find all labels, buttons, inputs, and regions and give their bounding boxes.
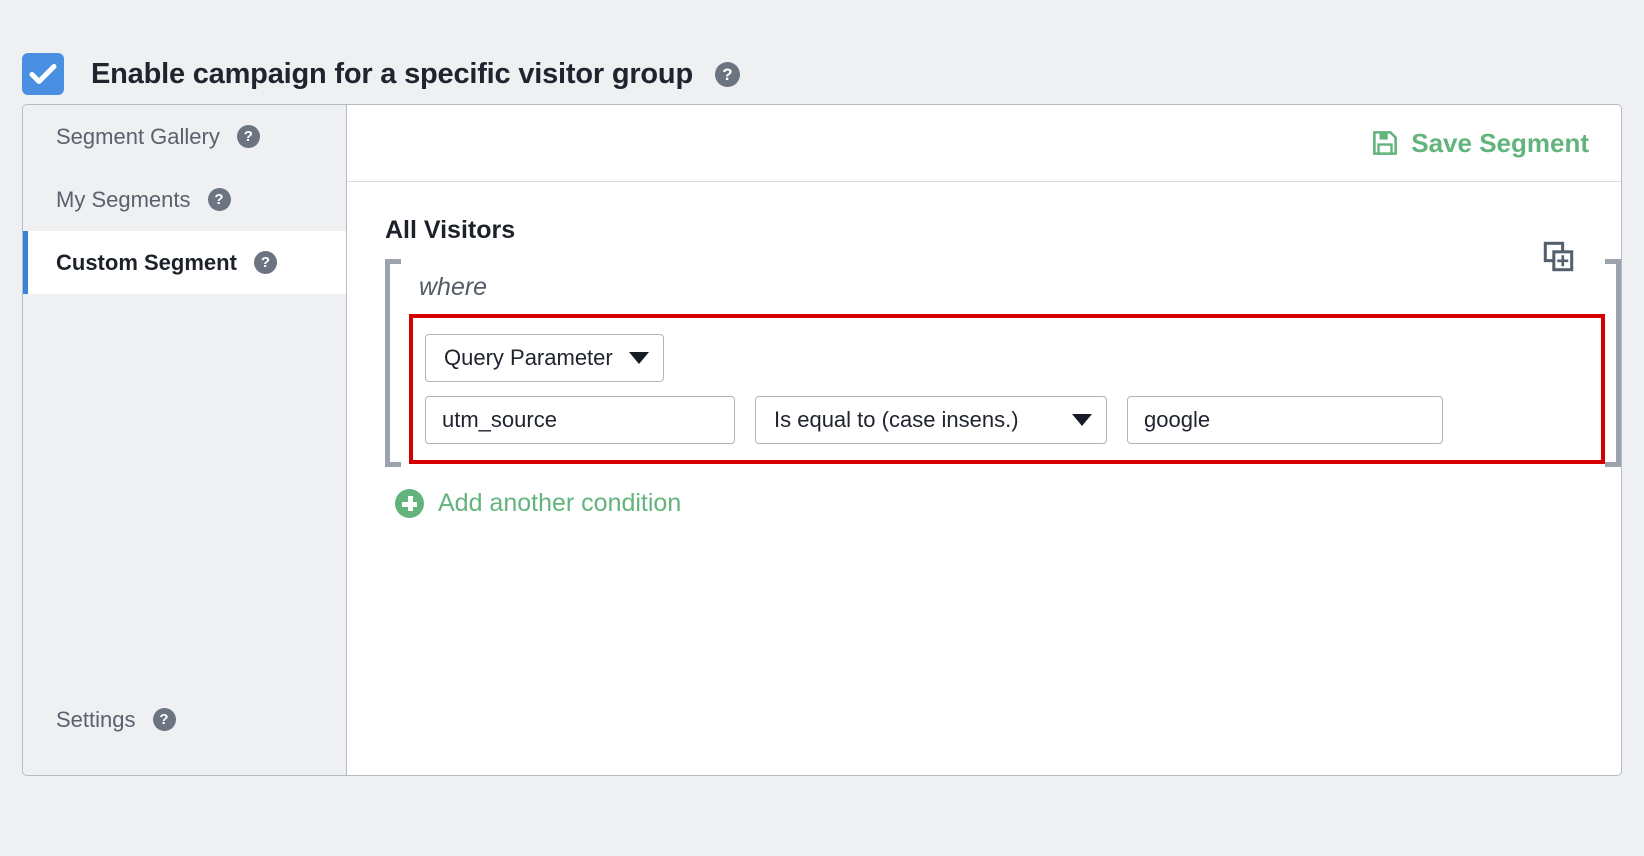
duplicate-add-icon (1543, 241, 1574, 272)
sidebar-item-custom-segment[interactable]: Custom Segment ? (23, 231, 346, 294)
enable-campaign-checkbox[interactable] (22, 53, 64, 95)
sidebar-item-my-segments[interactable]: My Segments ? (23, 168, 346, 231)
condition-group-inner: where Query Parameter Is equal to (ca (401, 259, 1605, 464)
save-segment-label: Save Segment (1411, 127, 1589, 158)
help-icon[interactable]: ? (207, 188, 231, 211)
segment-builder: All Visitors where Query Parameter utm_s… (347, 182, 1621, 775)
group-bracket-right (1605, 259, 1621, 467)
help-icon[interactable]: ? (253, 251, 277, 274)
add-another-condition-button[interactable]: Add another condition (395, 489, 681, 518)
attribute-type-select[interactable]: Query Parameter (425, 334, 664, 382)
condition-row-attribute: Query Parameter (425, 334, 1587, 382)
condition-highlight-box: Query Parameter Is equal to (case insens… (409, 314, 1605, 464)
duplicate-group-button[interactable] (1542, 240, 1575, 278)
help-icon[interactable]: ? (152, 708, 176, 731)
enable-campaign-label: Enable campaign for a specific visitor g… (91, 57, 693, 90)
parameter-value-input[interactable] (1127, 396, 1443, 444)
floppy-disk-save-icon (1373, 131, 1398, 155)
operator-select[interactable]: Is equal to (case insens.) (755, 396, 1107, 444)
help-icon[interactable]: ? (236, 125, 260, 148)
where-label: where (419, 273, 488, 301)
sidebar-item-label: Settings (56, 706, 136, 732)
sidebar-item-label: Segment Gallery (56, 123, 220, 149)
chevron-down-icon (1072, 414, 1092, 426)
save-segment-button[interactable]: Save Segment (1372, 128, 1589, 159)
sidebar-item-settings[interactable]: Settings ? (23, 688, 346, 751)
group-bracket-left (385, 259, 401, 467)
segment-sidebar: Segment Gallery ? My Segments ? Custom S… (23, 105, 347, 775)
chevron-down-icon (628, 352, 649, 364)
sidebar-item-label: Custom Segment (56, 249, 237, 275)
segment-content: Save Segment All Visitors where Query Pa… (347, 105, 1621, 775)
enable-campaign-row: Enable campaign for a specific visitor g… (0, 0, 1644, 104)
sidebar-item-segment-gallery[interactable]: Segment Gallery ? (23, 105, 346, 168)
content-toolbar: Save Segment (347, 105, 1621, 182)
operator-value: Is equal to (case insens.) (774, 407, 1019, 432)
sidebar-item-label: My Segments (56, 186, 191, 212)
condition-row-values: Is equal to (case insens.) (425, 396, 1587, 444)
attribute-type-value: Query Parameter (444, 345, 613, 370)
segment-panel: Segment Gallery ? My Segments ? Custom S… (22, 104, 1622, 776)
condition-group: where Query Parameter Is equal to (ca (385, 259, 1621, 467)
help-icon[interactable]: ? (714, 61, 740, 87)
plus-circle-icon (395, 489, 424, 518)
parameter-name-input[interactable] (425, 396, 735, 444)
segment-title: All Visitors (385, 216, 516, 244)
checkmark-icon (29, 64, 57, 84)
add-another-condition-label: Add another condition (438, 489, 682, 517)
